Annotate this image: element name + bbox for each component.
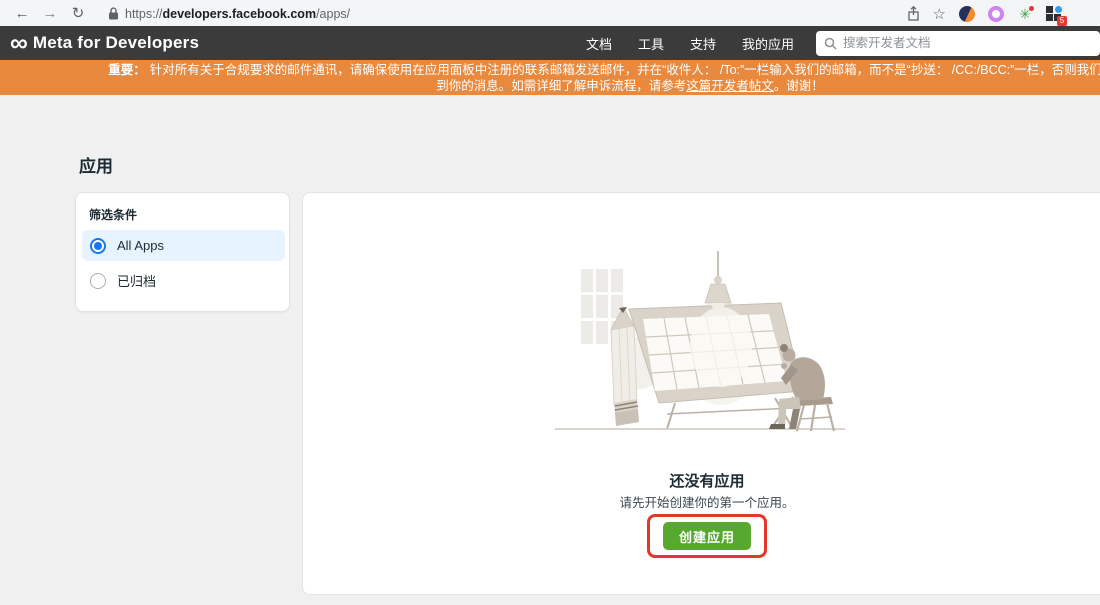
extensions-menu-icon[interactable]: 5 — [1046, 6, 1062, 22]
header-nav: 文档 工具 支持 我的应用 — [573, 34, 807, 53]
extension-ring-icon[interactable] — [988, 6, 1004, 22]
banner-important-label: 重要： — [108, 63, 146, 77]
extension-comet-icon[interactable] — [959, 6, 975, 22]
share-icon[interactable] — [907, 6, 920, 21]
forward-icon[interactable]: → — [38, 0, 62, 27]
empty-state-subtitle: 请先开始创建你的第一个应用。 — [303, 492, 1100, 511]
brand-name: Meta for Developers — [33, 33, 199, 53]
browser-actions: ☆ ✳ 5 — [907, 5, 1062, 23]
reload-icon[interactable]: ↻ — [66, 0, 90, 27]
nav-my-apps[interactable]: 我的应用 — [729, 34, 807, 53]
nav-support[interactable]: 支持 — [677, 34, 729, 53]
browser-toolbar: ← → ↻ https://developers.facebook.com/ap… — [0, 0, 1100, 27]
site-header: ∞ Meta for Developers 文档 工具 支持 我的应用 — [0, 26, 1100, 60]
search-icon — [824, 37, 837, 50]
filter-option-archived[interactable]: 已归档 — [82, 265, 285, 296]
create-app-button[interactable]: 创建应用 — [663, 522, 751, 550]
empty-state-illustration — [541, 251, 871, 441]
meta-developers-logo[interactable]: ∞ Meta for Developers — [10, 28, 199, 58]
grid-square — [1046, 6, 1053, 13]
banner-line-1: 重要：针对所有关于合规要求的邮件通讯，请确保使用在应用面板中注册的联系邮箱发送邮… — [0, 62, 1100, 78]
filter-panel: 筛选条件 All Apps 已归档 — [75, 192, 290, 312]
empty-state-title: 还没有应用 — [303, 470, 1100, 491]
filter-option-all-apps[interactable]: All Apps — [82, 230, 285, 261]
search-input[interactable] — [843, 36, 1092, 50]
radio-selected-icon[interactable] — [90, 238, 106, 254]
page-title: 应用 — [79, 152, 113, 177]
annotation-red-box: 创建应用 — [647, 514, 767, 558]
filter-heading: 筛选条件 — [89, 206, 137, 223]
url-text: https://developers.facebook.com/apps/ — [125, 7, 350, 21]
extension-badge: 5 — [1057, 16, 1067, 26]
cta-container: 创建应用 — [303, 514, 1100, 558]
filter-option-label: 已归档 — [117, 271, 156, 290]
address-bar[interactable]: https://developers.facebook.com/apps/ — [108, 7, 903, 21]
grid-square — [1046, 14, 1053, 21]
nav-tools[interactable]: 工具 — [625, 34, 677, 53]
compliance-warning-banner: 重要：针对所有关于合规要求的邮件通讯，请确保使用在应用面板中注册的联系邮箱发送邮… — [0, 60, 1100, 95]
lock-icon — [108, 7, 119, 20]
banner-line-2: 到你的消息。如需详细了解申诉流程，请参考这篇开发者帖文。谢谢！ — [0, 78, 1100, 94]
extension-flower-icon[interactable]: ✳ — [1017, 6, 1033, 22]
radio-unselected-icon[interactable] — [90, 273, 106, 289]
apps-panel: 还没有应用 请先开始创建你的第一个应用。 创建应用 — [302, 192, 1100, 595]
nav-docs[interactable]: 文档 — [573, 34, 625, 53]
grid-dot — [1055, 6, 1062, 13]
filter-option-label: All Apps — [117, 238, 164, 253]
back-icon[interactable]: ← — [10, 0, 34, 27]
bookmark-star-icon[interactable]: ☆ — [933, 5, 946, 23]
page-content: 应用 筛选条件 All Apps 已归档 — [0, 95, 1100, 605]
meta-infinity-icon: ∞ — [10, 28, 28, 58]
developer-post-link[interactable]: 这篇开发者帖文 — [686, 79, 774, 93]
doc-search-box[interactable] — [816, 31, 1100, 56]
